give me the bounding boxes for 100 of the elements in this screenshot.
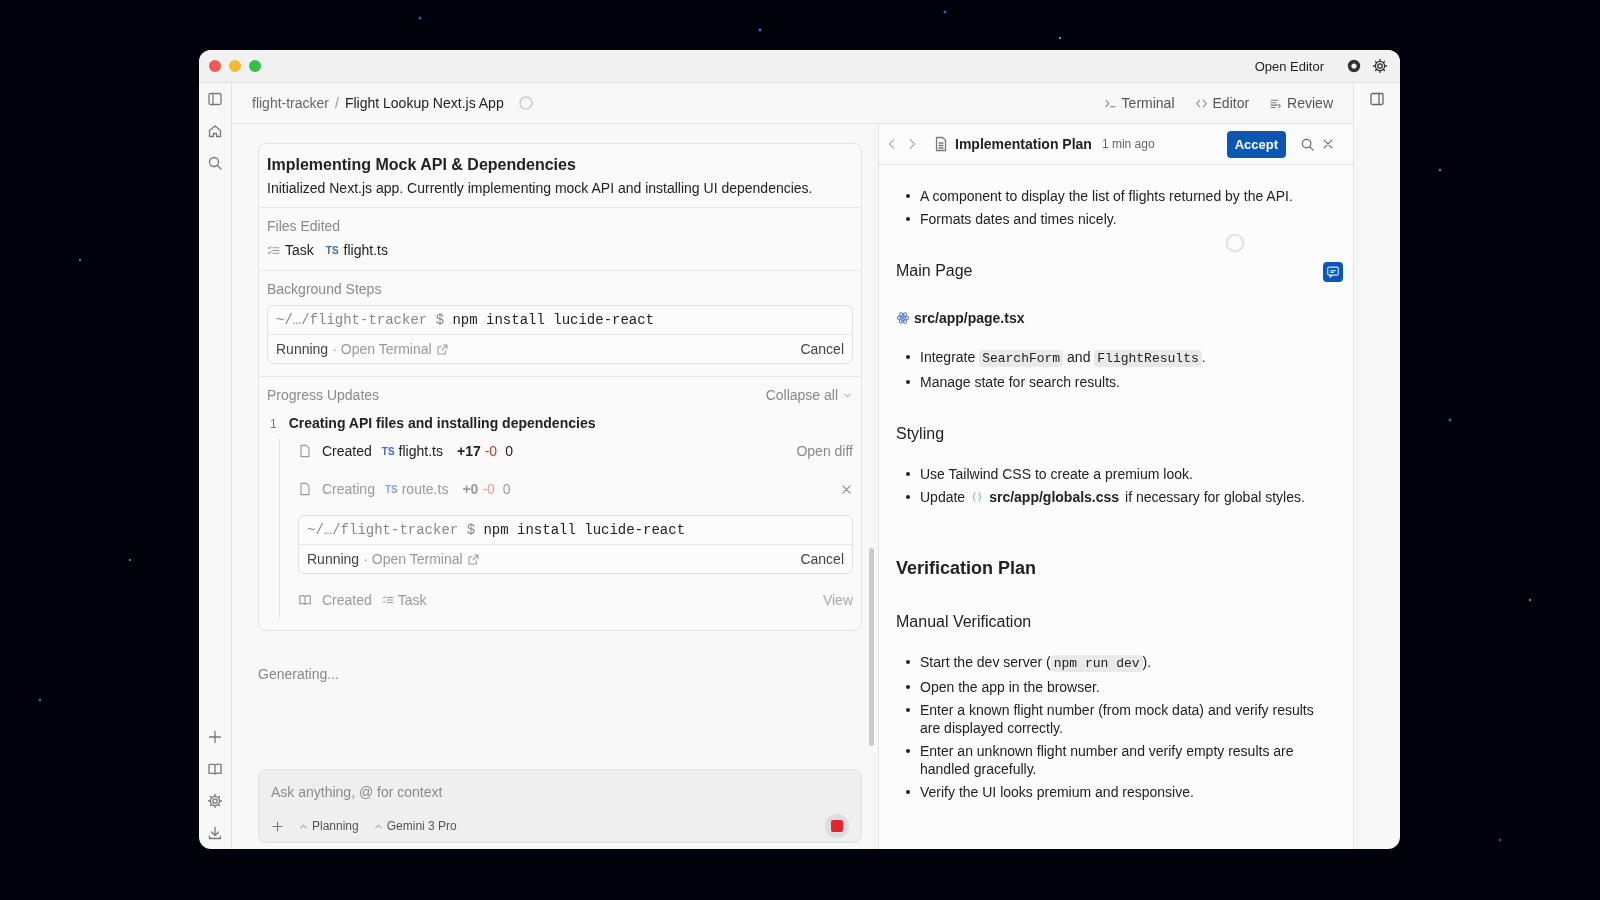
list-text: Open the app in the browser. (920, 678, 1100, 696)
checklist-icon (381, 594, 394, 606)
bullet-icon (906, 472, 910, 476)
breadcrumb-title: Flight Lookup Next.js App (344, 95, 504, 111)
timestamp: 1 min ago (1101, 137, 1155, 151)
bullet-icon (906, 685, 910, 689)
list-text: Manage state for search results. (920, 373, 1120, 391)
close-icon[interactable] (1321, 137, 1335, 151)
close-icon[interactable] (840, 482, 853, 496)
bullet-icon (906, 495, 910, 499)
document-icon (933, 136, 949, 152)
list-text: Enter a known flight number (from mock data) and verify results are displayed correctly. (920, 701, 1315, 737)
list-text: Verify the UI looks premium and responsive. (920, 783, 1194, 801)
status-text: Generating... (258, 666, 340, 682)
plus-icon[interactable] (271, 819, 284, 833)
list-text: if necessary for global styles. (1125, 488, 1305, 506)
list-text: Start the dev server ( npm run dev ). (920, 653, 1152, 673)
view-tab[interactable]: Editor (1194, 95, 1250, 111)
change-count: 0 (505, 443, 513, 459)
step-verb: Created (322, 592, 372, 608)
removed-count: -0 (484, 443, 498, 459)
view-tab[interactable]: Terminal (1103, 95, 1175, 111)
external-link-icon[interactable] (466, 552, 480, 566)
comment-button[interactable] (1323, 262, 1343, 282)
file-link[interactable]: Task (267, 242, 314, 258)
download-icon[interactable] (207, 825, 223, 841)
section-label: Progress Updates (267, 387, 380, 403)
atom-icon (896, 311, 910, 325)
accept-button[interactable]: Accept (1226, 130, 1286, 158)
file-link[interactable]: TS flight.ts (381, 443, 443, 459)
sidebar-toggle-icon[interactable] (207, 91, 223, 107)
loading-spinner-icon (1224, 232, 1246, 254)
file-icon (298, 444, 312, 458)
search-icon[interactable] (207, 155, 223, 171)
added-count: +17 (456, 443, 481, 459)
task-summary: Initialized Next.js app. Currently implementing mock API and installing UI dependencies. (267, 180, 814, 196)
bullet-icon (906, 380, 910, 384)
bullet-icon (906, 355, 910, 359)
loading-spinner-icon (517, 95, 534, 111)
file-link[interactable]: src/app/globals.css (971, 488, 1120, 506)
breadcrumb-project[interactable]: flight-tracker (252, 95, 330, 111)
task-title: Implementing Mock API & Dependencies (267, 156, 577, 174)
separator-dot: · (363, 551, 368, 567)
step-verb: Created (322, 443, 372, 459)
section-label: Files Edited (267, 218, 342, 234)
book-icon (298, 593, 312, 607)
plus-icon[interactable] (207, 729, 223, 745)
step-title: Creating API files and installing dependencies (288, 415, 596, 431)
search-icon[interactable] (1300, 136, 1315, 152)
list-text: Integrate SearchForm and FlightResults . (920, 348, 1206, 368)
list-text: Use Tailwind CSS to create a premium look. (920, 465, 1193, 483)
collapse-all-button[interactable]: Collapse all (765, 387, 853, 403)
prompt-path: ~/…/flight-tracker $ (307, 522, 476, 538)
mode-dropdown[interactable]: Planning (298, 819, 359, 833)
list-text: A component to display the list of flights returned by the API. (920, 187, 1293, 205)
scrollbar[interactable] (869, 548, 874, 746)
model-dropdown[interactable]: Gemini 3 Pro (372, 819, 457, 833)
checklist-icon (267, 243, 280, 257)
open-editor-link[interactable]: Open Editor (1254, 58, 1324, 74)
cancel-button[interactable]: Cancel (800, 341, 844, 357)
file-icon (298, 482, 312, 496)
panel-toggle-icon[interactable] (1369, 91, 1385, 107)
bullet-icon (906, 194, 910, 198)
stop-button[interactable] (825, 814, 849, 838)
view-tab[interactable]: Review (1269, 95, 1333, 111)
close-window-button[interactable] (209, 60, 221, 72)
list-text: Formats dates and times nicely. (920, 210, 1117, 228)
external-link-icon[interactable] (435, 342, 449, 356)
added-count: +0 (462, 481, 479, 497)
bullet-icon (906, 708, 910, 712)
browser-icon[interactable] (1346, 58, 1362, 74)
section-heading: Main Page (896, 262, 973, 280)
bullet-icon (906, 790, 910, 794)
home-icon[interactable] (207, 123, 223, 139)
settings-icon[interactable] (1372, 58, 1388, 74)
bullet-icon (906, 217, 910, 221)
bullet-icon (906, 749, 910, 753)
list-text: Update (920, 488, 966, 506)
separator-dot: · (332, 341, 337, 357)
command-text: npm install lucide-react (483, 522, 686, 538)
step-number: 1 (270, 417, 277, 431)
change-count: 0 (502, 481, 511, 497)
list-text: Enter an unknown flight number and verify empty results are handled gracefully. (920, 742, 1295, 778)
zoom-window-button[interactable] (249, 60, 261, 72)
section-label: Background Steps (267, 281, 383, 297)
file-link[interactable]: TS flight.ts (325, 242, 388, 258)
breadcrumb-separator: / (335, 95, 339, 111)
book-icon[interactable] (207, 761, 223, 777)
file-link[interactable]: src/app/page.tsx (896, 310, 1025, 326)
bullet-icon (906, 660, 910, 664)
chat-input[interactable]: Ask anything, @ for context Planning Gemini 3 Pro (258, 769, 862, 843)
step-verb: Creating (322, 481, 375, 497)
section-heading: Manual Verification (896, 613, 1032, 631)
status-text: Running (276, 341, 329, 357)
section-heading: Verification Plan (896, 558, 1037, 579)
cancel-button[interactable]: Cancel (800, 551, 844, 567)
status-text: Running (307, 551, 360, 567)
braces-icon (971, 490, 984, 504)
command-text: npm install lucide-react (452, 312, 655, 328)
removed-count: -0 (482, 481, 495, 497)
